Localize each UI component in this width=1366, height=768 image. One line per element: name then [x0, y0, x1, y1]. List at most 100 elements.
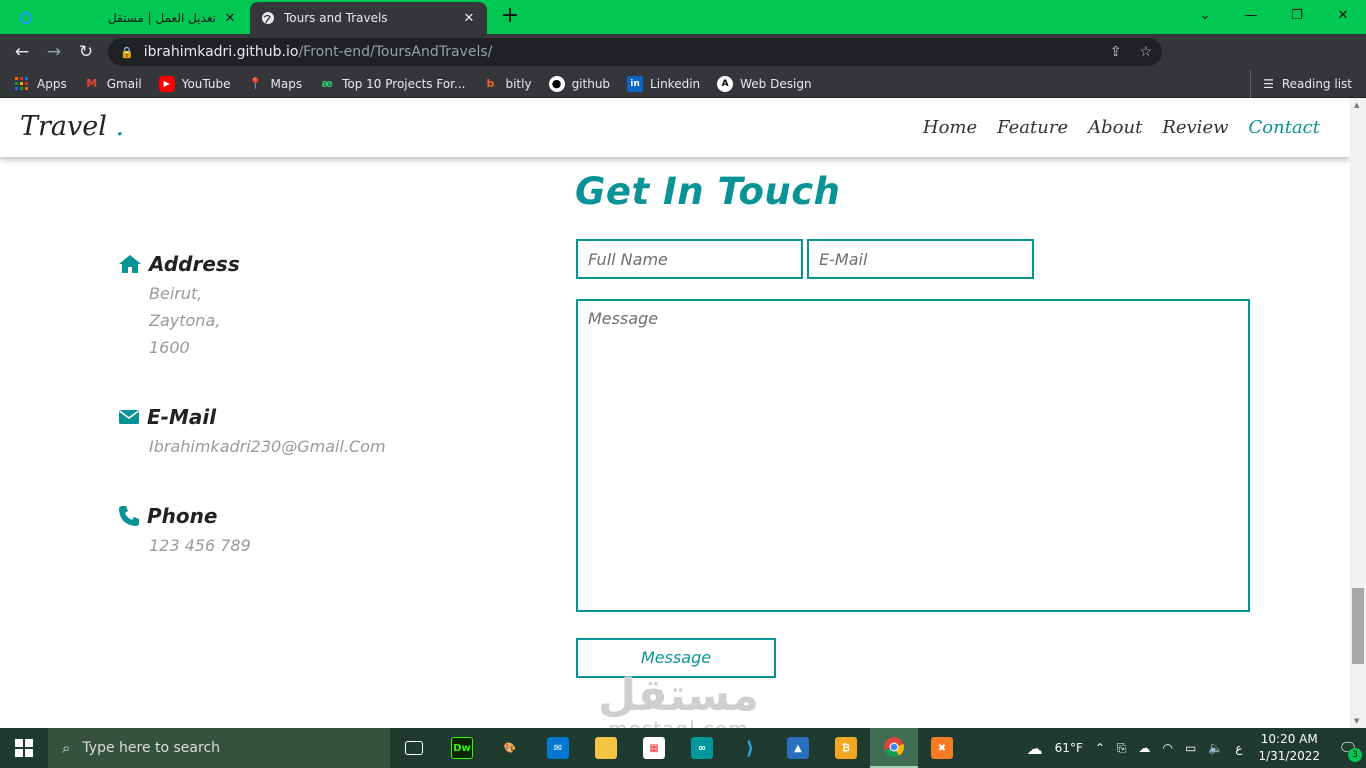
message-textarea[interactable] — [576, 299, 1250, 612]
task-view-icon — [405, 741, 423, 755]
taskbar-store[interactable]: ▦ — [630, 728, 678, 768]
wifi-icon[interactable]: ◠ — [1163, 741, 1173, 755]
send-message-button[interactable]: Message — [576, 638, 776, 678]
taskbar-clock[interactable]: 10:20 AM 1/31/2022 — [1258, 731, 1320, 765]
taskbar-file-explorer[interactable] — [582, 728, 630, 768]
xampp-icon: ✖ — [931, 737, 953, 759]
back-button[interactable]: ← — [10, 40, 34, 64]
taskbar-paint[interactable]: 🎨 — [486, 728, 534, 768]
bookmark-web-design[interactable]: A Web Design — [717, 75, 812, 92]
scroll-down-arrow-icon[interactable]: ▼ — [1354, 717, 1359, 725]
site-logo[interactable]: Travel . — [20, 111, 124, 142]
windows-logo-icon — [15, 739, 33, 757]
taskbar-search[interactable]: ⌕ Type here to search — [48, 728, 390, 768]
start-button[interactable] — [0, 728, 48, 768]
forward-button[interactable]: → — [42, 40, 66, 64]
restore-button[interactable]: ❐ — [1274, 0, 1320, 30]
scrollbar-thumb[interactable] — [1352, 588, 1364, 664]
tray-usb-icon[interactable]: ⎘ — [1117, 741, 1127, 756]
taskbar-notes[interactable]: ₿ — [822, 728, 870, 768]
bookmark-top10[interactable]: æ Top 10 Projects For... — [319, 76, 465, 92]
address-title: Address — [149, 252, 240, 276]
address-title-row: Address — [118, 252, 240, 276]
taskbar-dreamweaver[interactable]: Dw — [438, 728, 486, 768]
close-tab-icon[interactable]: ✕ — [461, 11, 477, 26]
site-nav: Home Feature About Review Contact — [923, 117, 1320, 138]
tab-strip: تعديل العمل | مستقل ✕ Tours and Travels … — [0, 0, 1366, 34]
weather-cloud-icon[interactable]: ☁ — [1027, 739, 1043, 758]
reading-list-button[interactable]: ☰ Reading list — [1250, 70, 1352, 98]
address-line: Zaytona, — [149, 311, 221, 330]
bookmark-apps[interactable]: Apps — [14, 76, 67, 92]
taskbar-arduino[interactable]: ∞ — [678, 728, 726, 768]
logo-text: Travel — [20, 111, 107, 142]
bookmark-label: Gmail — [106, 76, 142, 91]
full-name-input[interactable] — [576, 239, 803, 279]
folder-icon — [595, 737, 617, 759]
system-tray: ☁ 61°F ⌃ ⎘ ☁ ◠ ▭ 🔈 ع 10:20 AM 1/31/2022 … — [1021, 728, 1366, 768]
nav-contact[interactable]: Contact — [1249, 117, 1320, 138]
bookmark-gmail[interactable]: M Gmail — [84, 76, 142, 92]
notification-center-button[interactable]: 🗨 3 — [1330, 728, 1366, 768]
bookmark-youtube[interactable]: ▶ YouTube — [158, 75, 231, 92]
bookmark-label: Web Design — [740, 76, 812, 91]
address-host: ibrahimkadri.github.io — [143, 44, 299, 60]
new-tab-button[interactable]: + — [498, 5, 522, 29]
bookmark-maps[interactable]: 📍 Maps — [248, 76, 302, 92]
bookmark-bitly[interactable]: b bitly — [482, 76, 532, 92]
watermark-latin: mostaql.com — [598, 719, 759, 728]
bookmark-label: Linkedin — [650, 76, 701, 91]
clock-date: 1/31/2022 — [1258, 749, 1320, 763]
battery-icon[interactable]: ▭ — [1185, 741, 1196, 755]
bookmark-linkedin[interactable]: in Linkedin — [627, 75, 701, 92]
volume-muted-icon[interactable]: 🔈 — [1208, 741, 1223, 755]
reload-button[interactable]: ↻ — [74, 40, 98, 64]
paint-palette-icon: 🎨 — [503, 742, 517, 754]
envelope-icon — [119, 410, 139, 424]
browser-toolbar: ← → ↻ 🔒 ibrahimkadri.github.io/Front-end… — [0, 34, 1366, 96]
bitly-icon: b — [486, 77, 495, 90]
email-input[interactable] — [807, 239, 1034, 279]
tab-mostaql[interactable]: تعديل العمل | مستقل ✕ — [8, 2, 248, 34]
address-bar[interactable]: 🔒 ibrahimkadri.github.io/Front-end/Tours… — [108, 38, 1162, 66]
bookmarks-bar: Apps M Gmail ▶ YouTube 📍 Maps æ Top 10 P… — [0, 70, 1366, 98]
close-window-button[interactable]: ✕ — [1320, 0, 1366, 30]
watermark-arabic: مستقل — [598, 670, 759, 721]
arduino-icon: ∞ — [691, 737, 713, 759]
minimize-button[interactable]: — — [1228, 0, 1274, 30]
address-line: 1600 — [149, 338, 190, 357]
input-language[interactable]: ع — [1235, 741, 1242, 755]
phone-icon — [119, 506, 139, 526]
weather-temperature[interactable]: 61°F — [1055, 741, 1083, 755]
taskbar-xampp[interactable]: ✖ — [918, 728, 966, 768]
email-title: E-Mail — [147, 405, 217, 429]
tab-tours-and-travels[interactable]: Tours and Travels ✕ — [250, 2, 487, 34]
reading-list-icon: ☰ — [1263, 77, 1274, 91]
share-icon[interactable]: ⇪ — [1110, 44, 1122, 60]
web-design-icon: A — [717, 75, 734, 92]
bookmark-github[interactable]: ● github — [548, 75, 610, 92]
linkedin-icon: in — [627, 75, 644, 92]
photos-icon: ▲ — [787, 737, 809, 759]
notification-badge: 3 — [1348, 748, 1362, 762]
taskbar-vscode[interactable]: ⟩ — [726, 728, 774, 768]
bookmark-star-icon[interactable]: ☆ — [1139, 44, 1152, 60]
nav-about[interactable]: About — [1088, 117, 1142, 138]
tab-search-icon[interactable]: ⌄ — [1182, 0, 1228, 30]
notes-icon: ₿ — [835, 737, 857, 759]
task-view-button[interactable] — [390, 728, 438, 768]
page-scrollbar[interactable]: ▲ ▼ — [1350, 98, 1366, 728]
close-tab-icon[interactable]: ✕ — [222, 11, 238, 26]
tray-onedrive-icon[interactable]: ☁ — [1139, 741, 1151, 755]
scroll-up-arrow-icon[interactable]: ▲ — [1354, 101, 1359, 109]
clock-time: 10:20 AM — [1260, 732, 1318, 746]
taskbar-chrome[interactable] — [870, 728, 918, 768]
tray-chevron-up-icon[interactable]: ⌃ — [1095, 741, 1105, 755]
phone-title: Phone — [147, 504, 218, 528]
email-title-row: E-Mail — [118, 405, 216, 429]
taskbar-photos[interactable]: ▲ — [774, 728, 822, 768]
taskbar-mail[interactable]: ✉ — [534, 728, 582, 768]
nav-feature[interactable]: Feature — [997, 117, 1068, 138]
nav-home[interactable]: Home — [923, 117, 977, 138]
nav-review[interactable]: Review — [1162, 117, 1228, 138]
